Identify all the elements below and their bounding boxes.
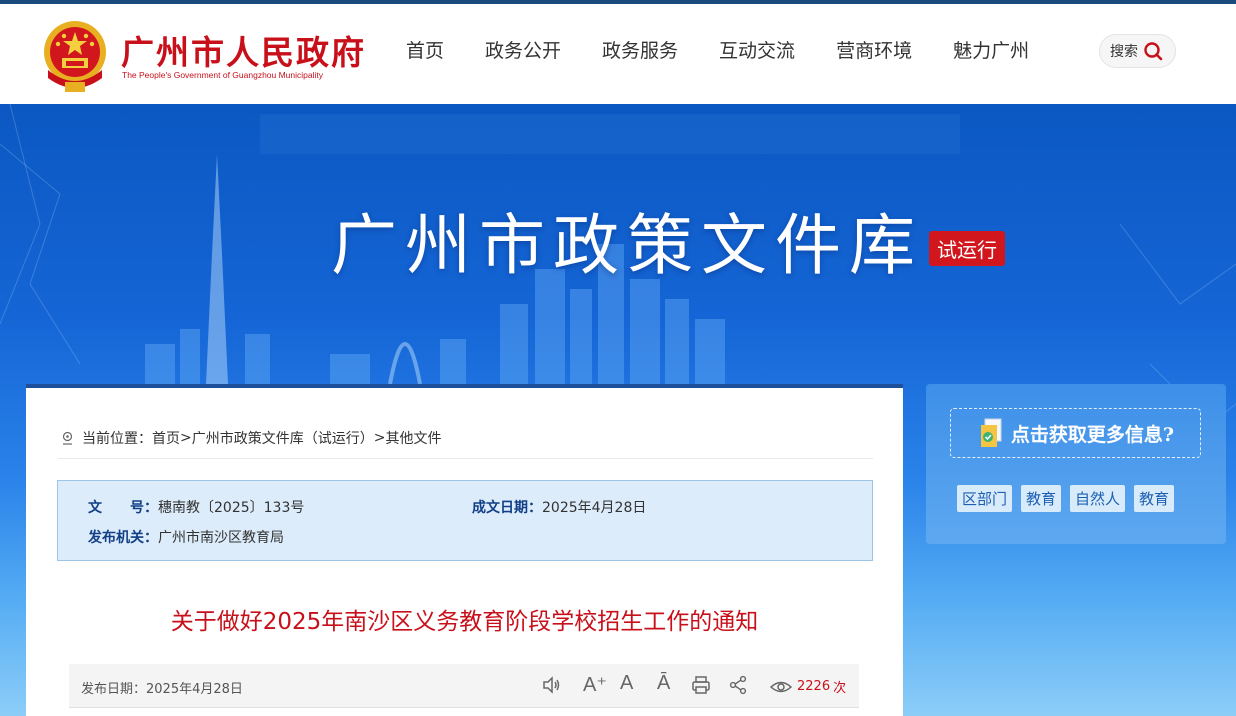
divider bbox=[58, 458, 873, 459]
banner-title: 广州市政策文件库 bbox=[331, 207, 923, 284]
trial-badge: 试运行 bbox=[929, 231, 1005, 266]
speaker-icon[interactable] bbox=[541, 675, 561, 695]
nav-item-gov-affairs-open[interactable]: 政务公开 bbox=[485, 36, 561, 63]
tag-district-department[interactable]: 区部门 bbox=[957, 485, 1013, 512]
document-search-icon bbox=[980, 418, 1002, 447]
main-nav: 首页 政务公开 政务服务 互动交流 营商环境 魅力广州 bbox=[406, 36, 1070, 63]
document-toolbar: 发布日期：2025年4月28日 A⁺ A Ā 2226 次 bbox=[69, 664, 859, 708]
breadcrumb: 当前位置： 首页 > 广州市政策文件库（试运行） > 其他文件 bbox=[61, 428, 441, 448]
view-count-value: 2226 bbox=[797, 679, 831, 694]
nav-item-home[interactable]: 首页 bbox=[406, 36, 444, 63]
font-decrease-button[interactable]: Ā bbox=[657, 672, 670, 695]
side-panel: 点击获取更多信息? 区部门 教育 自然人 教育 bbox=[926, 384, 1226, 544]
doc-date-value: 2025年4月28日 bbox=[542, 500, 647, 516]
document-meta-box: 文 号：穗南教〔2025〕133号 成文日期：2025年4月28日 发布机关：广… bbox=[57, 480, 873, 561]
search-label: 搜索 bbox=[1110, 44, 1138, 60]
breadcrumb-current[interactable]: 其他文件 bbox=[385, 428, 441, 448]
tag-education[interactable]: 教育 bbox=[1134, 485, 1175, 512]
share-icon[interactable] bbox=[728, 675, 748, 695]
issuer-label: 发布机关： bbox=[88, 530, 158, 546]
document-panel: 当前位置： 首页 > 广州市政策文件库（试运行） > 其他文件 文 号：穗南教〔… bbox=[26, 384, 903, 716]
tag-education[interactable]: 教育 bbox=[1021, 485, 1062, 512]
doc-number-row: 文 号：穗南教〔2025〕133号 bbox=[88, 497, 304, 517]
national-emblem-icon bbox=[44, 21, 106, 92]
view-count: 2226 次 bbox=[769, 677, 846, 696]
breadcrumb-separator: > bbox=[180, 430, 192, 446]
font-increase-button[interactable]: A⁺ bbox=[583, 672, 607, 697]
issuer-value: 广州市南沙区教育局 bbox=[158, 530, 284, 546]
more-info-button[interactable]: 点击获取更多信息? bbox=[950, 408, 1201, 458]
issuer-row: 发布机关：广州市南沙区教育局 bbox=[88, 527, 284, 547]
site-subtitle: The People's Government of Guangzhou Mun… bbox=[122, 70, 324, 80]
search-button[interactable]: 搜索 bbox=[1099, 34, 1176, 68]
search-icon bbox=[1144, 42, 1163, 61]
breadcrumb-separator: > bbox=[373, 430, 386, 446]
tag-list: 区部门 教育 自然人 教育 bbox=[957, 485, 1183, 512]
more-info-label: 点击获取更多信息? bbox=[1010, 423, 1175, 446]
site-header: 广州市人民政府 The People's Government of Guang… bbox=[0, 4, 1236, 104]
nav-item-business-environment[interactable]: 营商环境 bbox=[836, 36, 912, 63]
publish-date: 发布日期：2025年4月28日 bbox=[81, 682, 243, 697]
nav-item-interaction[interactable]: 互动交流 bbox=[719, 36, 795, 63]
eye-icon bbox=[769, 681, 793, 692]
doc-number-value: 穗南教〔2025〕133号 bbox=[158, 500, 305, 516]
font-normal-button[interactable]: A bbox=[620, 672, 633, 695]
doc-date-label: 成文日期： bbox=[472, 500, 542, 516]
print-icon[interactable] bbox=[691, 675, 711, 695]
breadcrumb-home[interactable]: 首页 bbox=[152, 428, 180, 448]
breadcrumb-library[interactable]: 广州市政策文件库（试运行） bbox=[192, 428, 374, 448]
location-pin-icon bbox=[62, 431, 73, 445]
document-title: 关于做好2025年南沙区义务教育阶段学校招生工作的通知 bbox=[170, 609, 759, 635]
doc-date-row: 成文日期：2025年4月28日 bbox=[472, 497, 646, 517]
nav-item-gov-services[interactable]: 政务服务 bbox=[602, 36, 678, 63]
site-title[interactable]: 广州市人民政府 bbox=[121, 26, 366, 74]
nav-item-charm-guangzhou[interactable]: 魅力广州 bbox=[953, 36, 1029, 63]
view-count-unit: 次 bbox=[833, 681, 847, 696]
doc-number-label: 文 号： bbox=[88, 500, 158, 516]
tag-natural-person[interactable]: 自然人 bbox=[1070, 485, 1126, 512]
breadcrumb-prefix: 当前位置： bbox=[82, 431, 152, 447]
